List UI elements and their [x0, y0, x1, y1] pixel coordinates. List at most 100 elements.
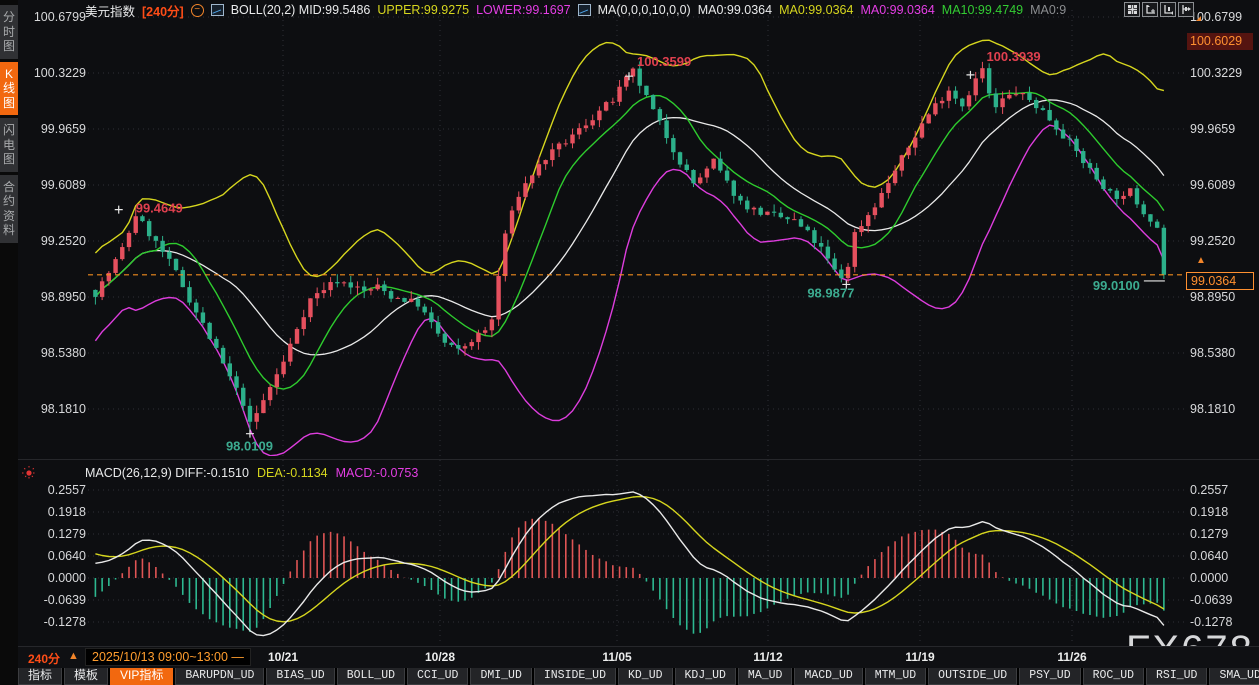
macd-axis-label: 0.0640 — [48, 549, 86, 563]
toolbar-tab[interactable]: BIAS_UD — [266, 668, 334, 685]
collapse-icon[interactable]: − — [191, 4, 204, 17]
toolbar-tab[interactable]: OUTSIDE_UD — [928, 668, 1017, 685]
chart-canvas[interactable]: 99.464998.0109100.3599100.393998.987799.… — [0, 0, 1259, 685]
price-axis-label: 98.8950 — [41, 290, 86, 304]
price-marker-arrow-icon: ▲ — [1196, 256, 1206, 266]
toolbar-tab[interactable]: MA_UD — [738, 668, 793, 685]
boll-mid-value: BOLL(20,2) MID:99.5486 — [231, 3, 371, 17]
macd-axis-label: 0.2557 — [48, 483, 86, 497]
macd-axis-label: 0.1918 — [1190, 505, 1228, 519]
date-label: 11/19 — [905, 650, 934, 664]
toolbar-tab[interactable]: MACD_UD — [794, 668, 862, 685]
toolbar-tab[interactable]: SMA_UD — [1209, 668, 1259, 685]
session-high-box: 100.6029 — [1187, 33, 1253, 50]
macd-axis-label: 0.1918 — [48, 505, 86, 519]
macd-value: MACD:-0.0753 — [336, 466, 419, 480]
price-axis-label: 99.9659 — [1190, 122, 1235, 136]
macd-axis-label: -0.0639 — [44, 593, 86, 607]
sidebar-tab[interactable]: 合 约 资 料 — [0, 175, 18, 243]
sidebar-tab[interactable]: 分 时 图 — [0, 5, 18, 59]
price-axis-label: 100.3229 — [1190, 66, 1242, 80]
boll-upper-value: UPPER:99.9275 — [377, 3, 469, 17]
axis-shift-icon[interactable] — [1178, 2, 1194, 17]
ma0-value-gray: MA0:9 — [1030, 3, 1066, 17]
ma0-value-yellow: MA0:99.0364 — [779, 3, 853, 17]
price-axis-label: 99.2520 — [1190, 234, 1235, 248]
axis-scale-right-icon[interactable] — [1160, 2, 1176, 17]
price-axis-label: 98.5380 — [1190, 346, 1235, 360]
indicator-toolbar: 指标模板VIP指标BARUPDN_UDBIAS_UDBOLL_UDCCI_UDD… — [18, 668, 1259, 685]
timeframe-label[interactable]: 240分 — [28, 650, 60, 667]
time-axis-row: 240分 ▲ 2025/10/13 09:00~13:00 — 10/21 10/… — [18, 646, 1259, 668]
toolbar-tab[interactable]: DMI_UD — [470, 668, 531, 685]
price-axis-label: 99.2520 — [41, 234, 86, 248]
macd-axis-label: 0.1279 — [1190, 527, 1228, 541]
ma0-value-white: MA0:99.0364 — [698, 3, 772, 17]
date-label: 10/28 — [425, 650, 455, 664]
resize-handle-icon[interactable] — [1196, 16, 1201, 21]
price-axis-label: 100.6799 — [34, 10, 86, 24]
toolbar-tab[interactable]: RSI_UD — [1146, 668, 1207, 685]
sidebar-tab[interactable]: 闪 电 图 — [0, 118, 18, 172]
toolbar-tab[interactable]: CCI_UD — [407, 668, 468, 685]
ma-indicator-icon[interactable] — [578, 4, 591, 16]
price-axis-label: 98.1810 — [1190, 402, 1235, 416]
period-label: [240分] — [142, 1, 184, 20]
toolbar-tab[interactable]: ROC_UD — [1083, 668, 1144, 685]
grid — [88, 10, 1186, 644]
macd-axis-label: 0.0640 — [1190, 549, 1228, 563]
macd-axis-label: -0.1278 — [44, 615, 86, 629]
macd-dea-value: DEA:-0.1134 — [257, 466, 328, 480]
ma10-value: MA10:99.4749 — [942, 3, 1023, 17]
toolbar-tab[interactable]: BOLL_UD — [337, 668, 405, 685]
toolbar-tab[interactable]: INSIDE_UD — [534, 668, 616, 685]
toolbar-tab[interactable]: BARUPDN_UD — [175, 668, 264, 685]
macd-pane — [95, 492, 1164, 636]
boll-lower-value: LOWER:99.1697 — [476, 3, 571, 17]
current-price-box: 99.0364 — [1186, 272, 1254, 290]
date-label: 11/12 — [753, 650, 782, 664]
price-axis-label: 99.9659 — [41, 122, 86, 136]
left-price-axis: 100.6799100.322999.965999.608999.252098.… — [34, 10, 86, 629]
price-pane — [93, 40, 1166, 456]
price-pane-header: 美元指数 [240分] − BOLL(20,2) MID:99.5486 UPP… — [85, 2, 1066, 18]
extreme-price-label: 100.3939 — [986, 49, 1040, 64]
axis-scale-left-icon[interactable] — [1142, 2, 1158, 17]
extreme-price-label: 98.9877 — [807, 285, 854, 300]
macd-axis-label: 0.0000 — [1190, 571, 1228, 585]
macd-axis-label: 0.2557 — [1190, 483, 1228, 497]
macd-pane-header: MACD(26,12,9) DIFF:-0.1510 DEA:-0.1134 M… — [85, 466, 418, 480]
pan-tool-icon[interactable] — [1124, 2, 1140, 17]
macd-indicator-icon[interactable] — [22, 466, 36, 480]
toolbar-tab[interactable]: 指标 — [18, 668, 62, 685]
extreme-price-label: 98.0109 — [226, 439, 273, 454]
chart-tool-buttons — [1124, 2, 1194, 17]
date-label: 11/05 — [602, 650, 631, 664]
timeframe-arrow-icon[interactable]: ▲ — [68, 650, 79, 662]
toolbar-tab[interactable]: KDJ_UD — [675, 668, 736, 685]
date-label: 11/26 — [1057, 650, 1086, 664]
candlestick-series — [93, 61, 1166, 435]
date-label: 10/21 — [268, 650, 298, 664]
extreme-price-label: 100.3599 — [637, 54, 691, 69]
toolbar-tab[interactable]: KD_UD — [618, 668, 673, 685]
macd-axis-label: -0.0639 — [1190, 593, 1232, 607]
macd-axis-label: 0.1279 — [48, 527, 86, 541]
price-axis-label: 99.6089 — [41, 178, 86, 192]
ma-params: MA(0,0,0,10,0,0) — [598, 3, 691, 17]
toolbar-tab[interactable]: VIP指标 — [110, 668, 173, 685]
symbol-name: 美元指数 — [85, 1, 135, 20]
macd-axis-label: -0.1278 — [1190, 615, 1232, 629]
right-price-axis: 100.6799100.322999.965999.608999.252098.… — [1190, 10, 1242, 629]
bar-time-tooltip: 2025/10/13 09:00~13:00 — — [85, 648, 251, 666]
sidebar-tab[interactable]: K 线 图 — [0, 62, 18, 116]
boll-indicator-icon[interactable] — [211, 4, 224, 16]
ma0-value-magenta: MA0:99.0364 — [860, 3, 934, 17]
trading-app-window: { "sidebar": { "items": [ {"label": "分时图… — [0, 0, 1259, 685]
left-sidebar: 分 时 图 K 线 图闪 电 图合 约 资 料 — [0, 0, 18, 685]
macd-diff-value: MACD(26,12,9) DIFF:-0.1510 — [85, 466, 249, 480]
toolbar-tab[interactable]: MTM_UD — [865, 668, 926, 685]
toolbar-tab[interactable]: PSY_UD — [1019, 668, 1080, 685]
toolbar-tab[interactable]: 模板 — [64, 668, 108, 685]
price-axis-label: 98.5380 — [41, 346, 86, 360]
